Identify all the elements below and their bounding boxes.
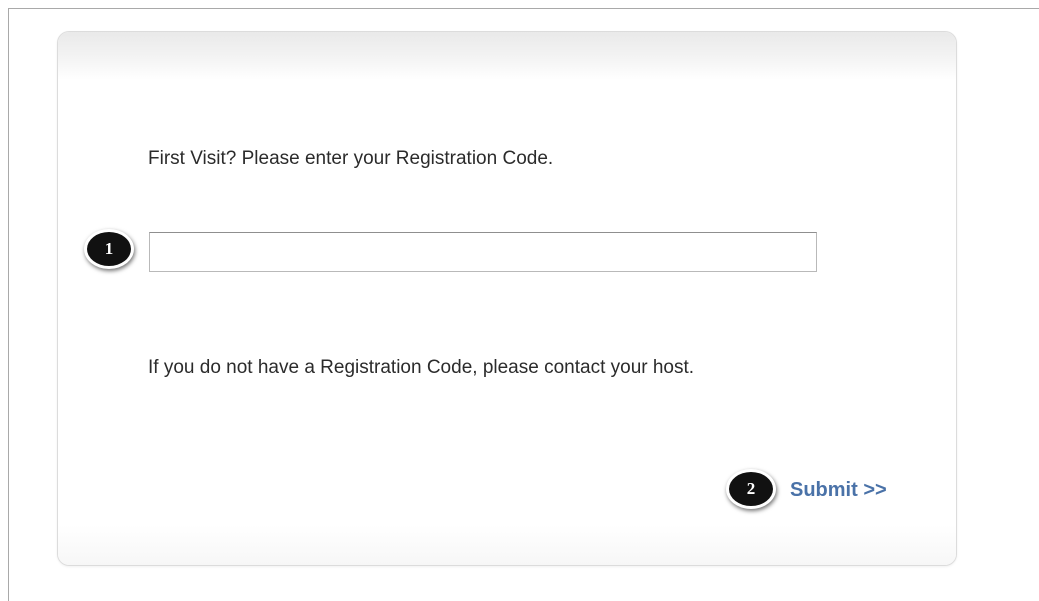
panel-footer [58, 525, 956, 565]
registration-help-text: If you do not have a Registration Code, … [148, 357, 695, 378]
step-1-marker: 1 [84, 229, 134, 269]
panel-header [58, 32, 956, 80]
step-2-marker: 2 [726, 469, 776, 509]
submit-link[interactable]: Submit >> [790, 479, 887, 502]
registration-code-input[interactable] [149, 232, 817, 272]
registration-prompt: First Visit? Please enter your Registrat… [148, 148, 554, 169]
